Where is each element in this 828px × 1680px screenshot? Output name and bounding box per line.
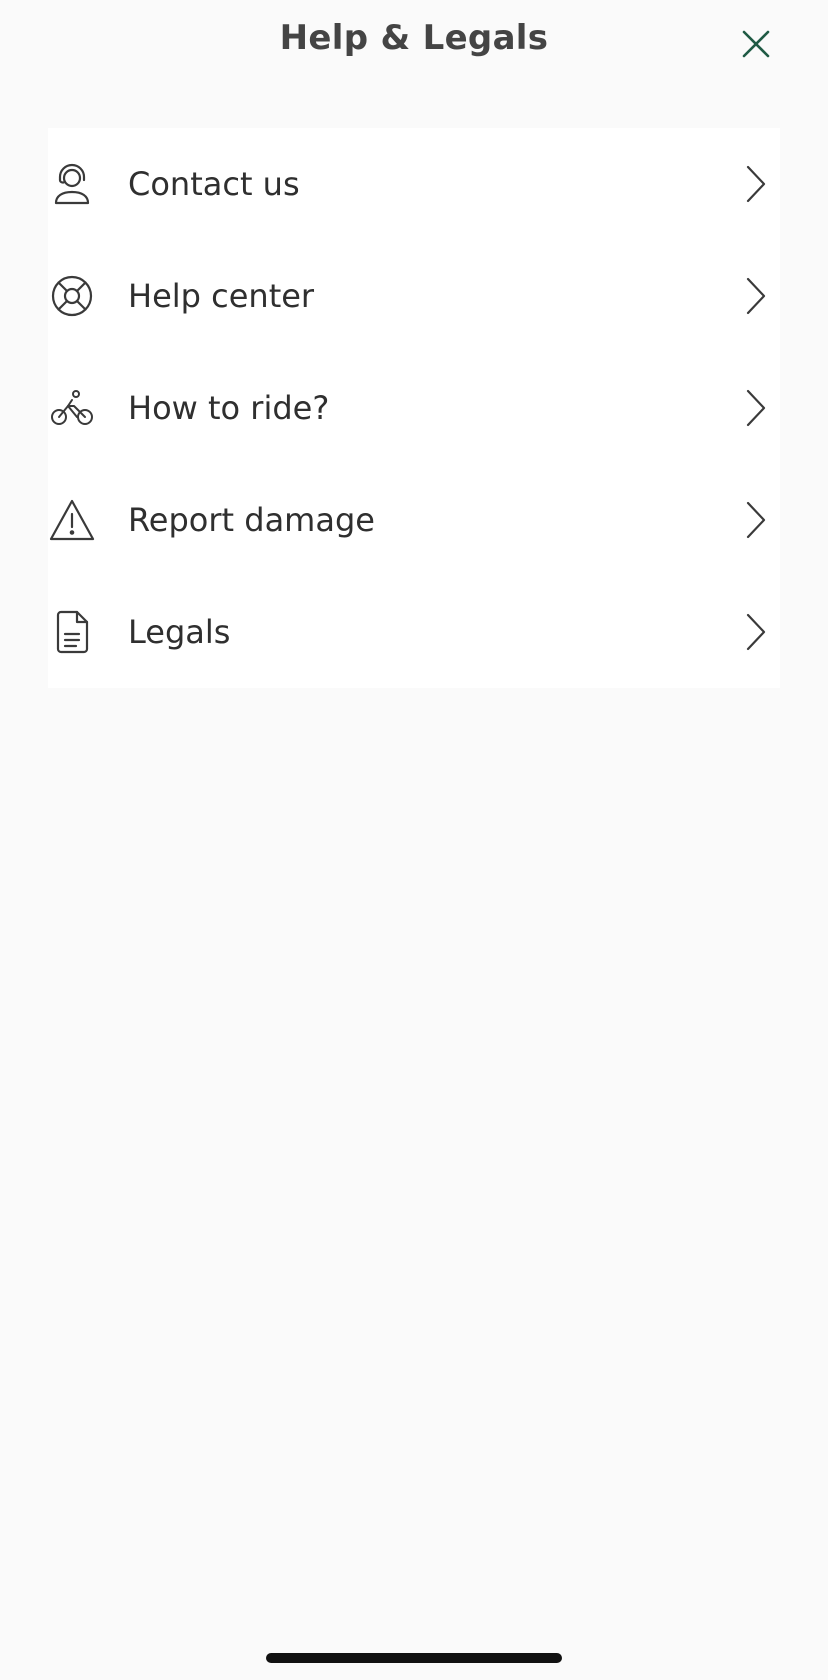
chevron-right-icon (736, 164, 776, 204)
lifebuoy-icon (48, 272, 96, 320)
menu-item-label: How to ride? (128, 389, 330, 427)
chevron-right-icon (736, 388, 776, 428)
headset-person-icon (48, 160, 96, 208)
menu-item-help-center[interactable]: Help center (48, 240, 780, 352)
help-menu-list: Contact us Help center How to ride? Repo… (48, 128, 780, 688)
menu-item-label: Help center (128, 277, 315, 315)
page-title: Help & Legals (279, 18, 549, 58)
chevron-right-icon (736, 612, 776, 652)
bike-rider-icon (48, 384, 96, 432)
menu-item-label: Report damage (128, 501, 375, 539)
menu-item-how-to-ride[interactable]: How to ride? (48, 352, 780, 464)
warning-triangle-icon (48, 496, 96, 544)
menu-item-legals[interactable]: Legals (48, 576, 780, 688)
home-indicator[interactable] (266, 1653, 562, 1663)
close-button[interactable] (732, 20, 780, 68)
menu-item-label: Legals (128, 613, 231, 651)
menu-item-report-damage[interactable]: Report damage (48, 464, 780, 576)
close-icon (742, 30, 770, 58)
header: Help & Legals (0, 0, 828, 84)
document-icon (48, 608, 96, 656)
menu-item-contact-us[interactable]: Contact us (48, 128, 780, 240)
chevron-right-icon (736, 500, 776, 540)
help-legals-screen: Help & Legals Contact us Help center How… (0, 0, 828, 1680)
menu-item-label: Contact us (128, 165, 300, 203)
chevron-right-icon (736, 276, 776, 316)
